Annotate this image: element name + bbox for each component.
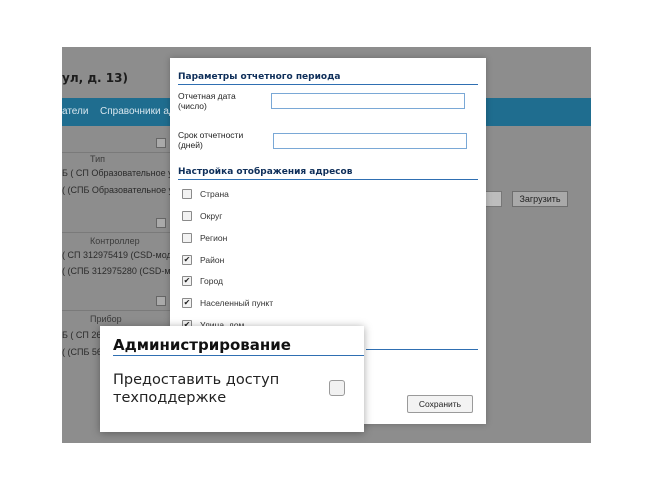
checkbox-label: Округ bbox=[200, 211, 223, 221]
report-term-input[interactable] bbox=[273, 133, 467, 149]
checkbox[interactable]: ✔ bbox=[182, 298, 192, 308]
bg-table-row: ( СП 312975419 (CSD-мод bbox=[62, 250, 172, 260]
address-option-district[interactable]: Округ bbox=[182, 209, 222, 223]
bg-divider bbox=[62, 232, 172, 233]
checkbox[interactable] bbox=[182, 233, 192, 243]
save-button[interactable]: Сохранить bbox=[407, 395, 473, 413]
support-access-checkbox[interactable] bbox=[329, 380, 345, 396]
bg-nav-item-directories[interactable]: Справочники адр bbox=[100, 106, 180, 117]
bg-checkbox[interactable] bbox=[156, 296, 166, 306]
bg-checkbox[interactable] bbox=[156, 218, 166, 228]
bg-load-button[interactable]: Загрузить bbox=[512, 191, 568, 207]
checkbox[interactable]: ✔ bbox=[182, 255, 192, 265]
checkbox[interactable]: ✔ bbox=[182, 276, 192, 286]
bg-table-row: ( (СПБ Образовательное уч bbox=[62, 185, 178, 195]
section-divider bbox=[178, 84, 478, 85]
administration-divider bbox=[113, 355, 364, 356]
checkbox-label: Город bbox=[200, 276, 223, 286]
report-term-label: Срок отчетности (дней) bbox=[178, 130, 244, 150]
address-option-settlement[interactable]: ✔ Населенный пункт bbox=[182, 296, 273, 310]
checkbox-label: Район bbox=[200, 255, 225, 265]
checkbox-label: Регион bbox=[200, 233, 228, 243]
bg-table-row: ( (СПБ 56 bbox=[62, 347, 102, 357]
checkbox[interactable] bbox=[182, 189, 192, 199]
administration-title: Администрирование bbox=[113, 336, 291, 354]
bg-col-header-controller: Контроллер bbox=[90, 236, 140, 246]
checkbox-label: Страна bbox=[200, 189, 229, 199]
bg-col-header-device: Прибор bbox=[90, 314, 122, 324]
report-date-input[interactable] bbox=[271, 93, 465, 109]
checkbox[interactable] bbox=[182, 211, 192, 221]
bg-divider bbox=[62, 310, 172, 311]
bg-divider bbox=[62, 152, 172, 153]
report-period-section-title: Параметры отчетного периода bbox=[178, 72, 341, 82]
bg-table-row: ( (СПБ 312975280 (CSD-мод bbox=[62, 266, 181, 276]
checkbox-label: Населенный пункт bbox=[200, 298, 274, 308]
report-date-label: Отчетная дата (число) bbox=[178, 91, 236, 111]
address-option-area[interactable]: ✔ Район bbox=[182, 253, 224, 267]
address-option-country[interactable]: Страна bbox=[182, 187, 229, 201]
bg-col-header-type: Тип bbox=[90, 154, 106, 164]
bg-table-row: Б ( СП Образовательное уч bbox=[62, 168, 178, 178]
address-display-section-title: Настройка отображения адресов bbox=[178, 167, 353, 177]
section-divider bbox=[366, 349, 478, 350]
bg-nav-item[interactable]: атели bbox=[62, 106, 88, 117]
bg-page-title: ул, д. 13) bbox=[62, 71, 128, 85]
address-option-city[interactable]: ✔ Город bbox=[182, 274, 223, 288]
address-option-region[interactable]: Регион bbox=[182, 231, 227, 245]
bg-checkbox[interactable] bbox=[156, 138, 166, 148]
bg-table-row: Б ( СП 26 bbox=[62, 330, 102, 340]
support-access-label: Предоставить доступ техподдержке bbox=[113, 372, 280, 406]
bg-file-input[interactable] bbox=[485, 191, 502, 207]
screenshot-stage: ул, д. 13) атели Справочники адр Тип Б (… bbox=[0, 0, 650, 488]
administration-panel: Администрирование Предоставить доступ те… bbox=[100, 326, 364, 432]
section-divider bbox=[178, 179, 478, 180]
